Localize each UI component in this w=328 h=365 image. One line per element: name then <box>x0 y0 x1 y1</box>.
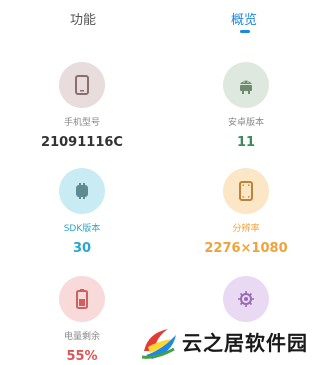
battery-value: 55% <box>66 349 98 364</box>
cpu-icon <box>238 291 254 307</box>
battery-icon <box>76 289 88 309</box>
resolution-value: 2276×1080 <box>204 241 288 256</box>
android-version-value: 11 <box>236 135 256 150</box>
sdk-version-value: 30 <box>72 241 92 256</box>
tab-overview[interactable]: 概览 <box>231 9 257 28</box>
sdk-version-icon-circle <box>59 168 105 214</box>
resolution-icon-circle <box>223 168 269 214</box>
device-model-label: 手机型号 <box>63 118 100 128</box>
watermark-text: 云之居软件园 <box>182 331 308 355</box>
tab-function[interactable]: 功能 <box>70 9 96 28</box>
android-icon <box>240 80 252 94</box>
card-android-version[interactable]: 安卓版本 11 <box>164 62 328 150</box>
card-device-model[interactable]: 手机型号 21091116C <box>0 62 164 150</box>
cpu-icon-circle <box>223 276 269 322</box>
android-version-icon-circle <box>223 62 269 108</box>
card-resolution[interactable]: 分辨率 2276×1080 <box>164 168 328 256</box>
tab-bar: 功能 概览 <box>0 0 328 44</box>
battery-icon-circle <box>59 276 105 322</box>
device-model-icon-circle <box>59 62 105 108</box>
sdk-icon <box>76 183 88 199</box>
watermark-logo-icon <box>141 328 176 359</box>
resolution-label: 分辨率 <box>232 224 260 234</box>
card-sdk-version[interactable]: SDK版本 30 <box>0 168 164 256</box>
device-model-value: 21091116C <box>41 135 123 150</box>
android-version-label: 安卓版本 <box>227 118 264 128</box>
battery-label: 电量剩余 <box>63 332 100 342</box>
watermark: 云之居软件园 <box>138 318 328 365</box>
tab-active-indicator <box>240 30 250 33</box>
phone-icon <box>75 75 89 95</box>
screen-icon <box>239 181 253 201</box>
sdk-version-label: SDK版本 <box>63 224 101 234</box>
